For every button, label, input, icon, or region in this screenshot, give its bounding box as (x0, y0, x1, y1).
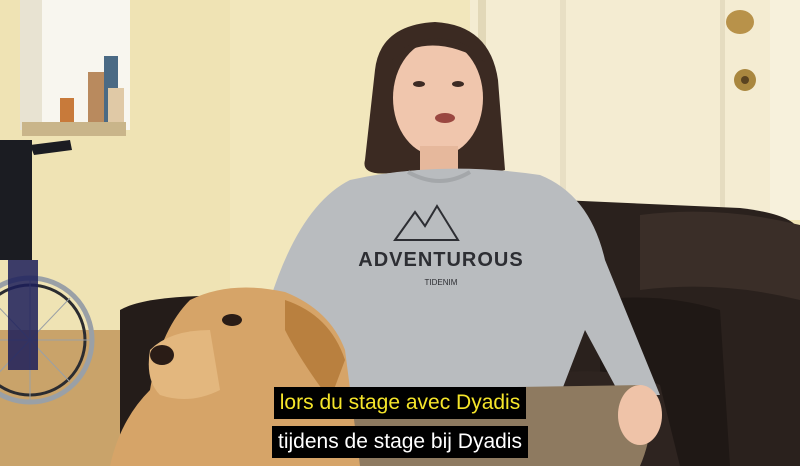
door-handle (726, 10, 754, 34)
subtitle-french-text: lors du stage avec Dyadis (273, 387, 527, 419)
video-frame: ADVENTUROUS TIDENIM lors du stage avec D… (0, 0, 800, 466)
face (393, 40, 483, 156)
subtitle-french: lors du stage avec Dyadis (0, 387, 800, 419)
dog-eye (222, 314, 242, 326)
dog-nose (150, 345, 174, 365)
sweater-subtext: TIDENIM (425, 278, 458, 287)
subtitle-dutch-text: tijdens de stage bij Dyadis (272, 426, 528, 458)
subtitle-dutch: tijdens de stage bij Dyadis (0, 426, 800, 458)
sweater-brand: ADVENTUROUS (358, 249, 523, 271)
window-sill (22, 122, 126, 136)
